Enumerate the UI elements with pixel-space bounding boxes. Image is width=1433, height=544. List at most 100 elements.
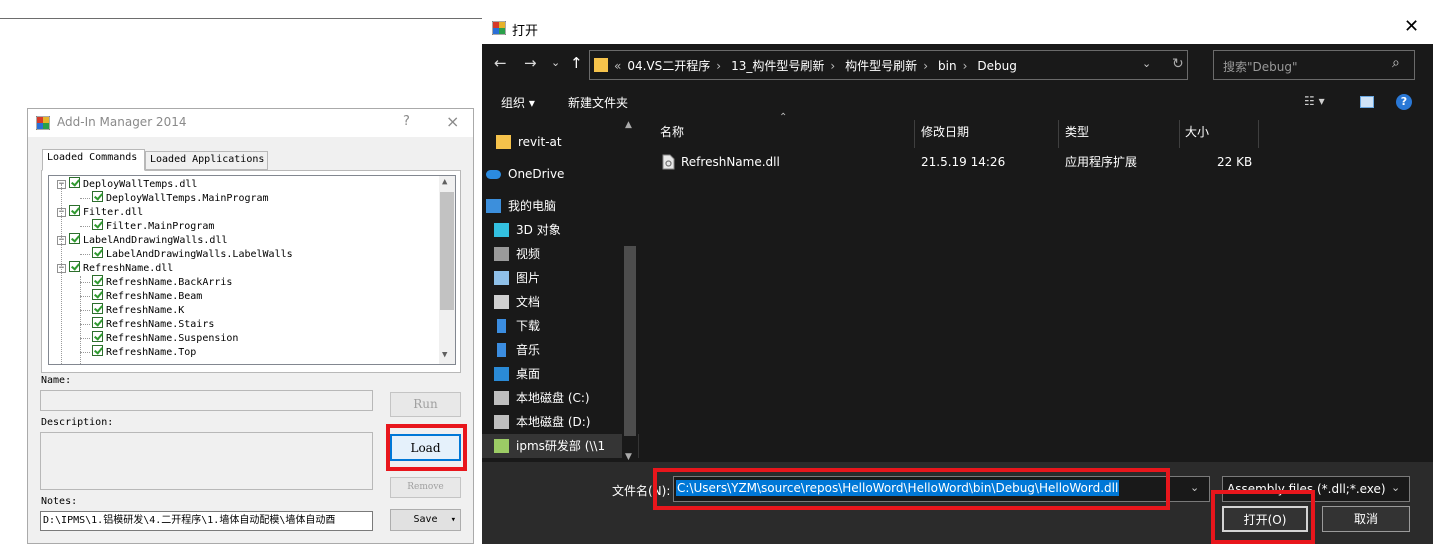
- checkbox-checked-icon[interactable]: [92, 191, 103, 202]
- scroll-down-icon[interactable]: ▼: [442, 350, 447, 360]
- view-options-icon[interactable]: ☷ ▾: [1304, 94, 1325, 108]
- help-button[interactable]: ?: [403, 114, 410, 129]
- sidebar-item[interactable]: ipms研发部 (\\1: [482, 434, 639, 458]
- chevron-right-icon[interactable]: ›: [830, 59, 835, 73]
- save-dropdown-icon[interactable]: ▾: [451, 510, 456, 530]
- tree-node-command[interactable]: RefreshName.Suspension: [92, 331, 238, 345]
- filename-input[interactable]: C:\Users\YZM\source\repos\HelloWord\Hell…: [673, 476, 1210, 502]
- tree-node-command[interactable]: LabelAndDrawingWalls.LabelWalls: [92, 247, 293, 261]
- sidebar-item[interactable]: OneDrive: [482, 162, 639, 186]
- scroll-up-icon[interactable]: ▲: [442, 177, 447, 187]
- search-box[interactable]: 搜索"Debug" ⌕: [1213, 50, 1415, 80]
- checkbox-checked-icon[interactable]: [69, 205, 80, 216]
- tree-node-command[interactable]: RefreshName.Stairs: [92, 317, 214, 331]
- filetype-dropdown-icon[interactable]: ⌄: [1391, 481, 1400, 494]
- checkbox-checked-icon[interactable]: [92, 317, 103, 328]
- column-divider[interactable]: [1258, 120, 1259, 148]
- checkbox-checked-icon[interactable]: [92, 331, 103, 342]
- sidebar-item[interactable]: 桌面: [482, 362, 639, 386]
- address-bar[interactable]: «04.VS二开程序 › 13_构件型号刷新 › 构件型号刷新 › bin › Debug ⌄ …: [589, 50, 1188, 80]
- recent-locations-icon[interactable]: ⌄: [551, 56, 560, 69]
- tree-node-command[interactable]: RefreshName.Beam: [92, 289, 202, 303]
- tab-loaded-commands[interactable]: Loaded Commands: [42, 149, 145, 171]
- cancel-button[interactable]: 取消: [1322, 506, 1410, 532]
- sidebar-item[interactable]: 我的电脑: [482, 194, 639, 218]
- column-divider[interactable]: [914, 120, 915, 148]
- command-tree[interactable]: ▲ ▼ − DeployWallTemps.dll DeployWallTemps.…: [48, 175, 456, 365]
- chevron-right-icon[interactable]: ›: [923, 59, 928, 73]
- tree-scroll-thumb[interactable]: [440, 192, 454, 310]
- new-folder-button[interactable]: 新建文件夹: [568, 94, 628, 111]
- remove-button[interactable]: Remove: [390, 477, 461, 498]
- chevron-right-icon[interactable]: ›: [716, 59, 721, 73]
- column-divider[interactable]: [1058, 120, 1059, 148]
- tree-node-assembly[interactable]: − LabelAndDrawingWalls.dll: [57, 233, 228, 247]
- nav-scroll-down-icon[interactable]: ▼: [625, 452, 632, 462]
- save-button[interactable]: Save ▾: [390, 509, 461, 531]
- description-field: [40, 432, 373, 490]
- sidebar-item[interactable]: 下载: [482, 314, 639, 338]
- tree-node-command[interactable]: RefreshName.K: [92, 303, 184, 317]
- filetype-select[interactable]: Assembly files (*.dll;*.exe) ⌄: [1222, 476, 1410, 502]
- tab-loaded-applications[interactable]: Loaded Applications: [145, 151, 268, 170]
- breadcrumb-item[interactable]: 13_构件型号刷新: [731, 59, 824, 73]
- breadcrumb[interactable]: « 04.VS二开程序 › 13_构件型号刷新 › 构件型号刷新 › bin › Debug: [614, 57, 1023, 74]
- nav-scroll-thumb[interactable]: [624, 246, 636, 436]
- column-header-size[interactable]: 大小: [1185, 119, 1209, 145]
- load-button[interactable]: Load: [390, 434, 461, 461]
- filename-dropdown-icon[interactable]: ⌄: [1190, 481, 1199, 494]
- back-arrow-icon[interactable]: ←: [494, 54, 507, 72]
- checkbox-checked-icon[interactable]: [92, 275, 103, 286]
- dialog-close-button[interactable]: ✕: [1404, 16, 1419, 37]
- tree-node-command[interactable]: Filter.MainProgram: [92, 219, 214, 233]
- sidebar-item[interactable]: 视频: [482, 242, 639, 266]
- breadcrumb-item[interactable]: Debug: [977, 59, 1016, 73]
- notes-field[interactable]: D:\IPMS\1.铝模研发\4.二开程序\1.墙体自动配模\墙体自动酉: [40, 511, 373, 531]
- sidebar-item[interactable]: 本地磁盘 (D:): [482, 410, 639, 434]
- organize-button[interactable]: 组织 ▾: [501, 94, 535, 111]
- up-arrow-icon[interactable]: ↑: [570, 54, 583, 72]
- checkbox-checked-icon[interactable]: [69, 261, 80, 272]
- tree-node-assembly[interactable]: − DeployWallTemps.dll: [57, 177, 197, 191]
- sidebar-item[interactable]: 文档: [482, 290, 639, 314]
- forward-arrow-icon[interactable]: →: [524, 54, 537, 72]
- checkbox-checked-icon[interactable]: [69, 177, 80, 188]
- column-divider[interactable]: [1179, 120, 1180, 148]
- checkbox-checked-icon[interactable]: [92, 247, 103, 258]
- sidebar-item[interactable]: 图片: [482, 266, 639, 290]
- column-header-type[interactable]: 类型: [1065, 119, 1089, 145]
- run-button[interactable]: Run: [390, 392, 461, 417]
- checkbox-checked-icon[interactable]: [92, 345, 103, 356]
- sidebar-item[interactable]: 本地磁盘 (C:): [482, 386, 639, 410]
- sidebar-item[interactable]: 音乐: [482, 338, 639, 362]
- tree-node-assembly[interactable]: − RefreshName.dll: [57, 261, 173, 275]
- breadcrumb-item[interactable]: 04.VS二开程序: [627, 59, 710, 73]
- nav-scroll-up-icon[interactable]: ▲: [625, 120, 632, 130]
- checkbox-checked-icon[interactable]: [92, 289, 103, 300]
- address-dropdown-icon[interactable]: ⌄: [1142, 57, 1151, 70]
- sidebar-item[interactable]: revit-at: [482, 130, 639, 154]
- tree-node-assembly[interactable]: − Filter.dll: [57, 205, 143, 219]
- open-button[interactable]: 打开(O): [1222, 506, 1308, 532]
- tree-node-command[interactable]: RefreshName.Top: [92, 345, 196, 359]
- breadcrumb-item[interactable]: bin: [938, 59, 957, 73]
- checkbox-checked-icon[interactable]: [92, 303, 103, 314]
- column-header-modified[interactable]: 修改日期: [921, 119, 969, 145]
- help-icon[interactable]: ?: [1396, 94, 1412, 110]
- refresh-icon[interactable]: ↻: [1172, 56, 1184, 72]
- breadcrumb-item[interactable]: 构件型号刷新: [845, 59, 917, 73]
- checkbox-checked-icon[interactable]: [69, 233, 80, 244]
- search-icon[interactable]: ⌕: [1392, 55, 1400, 71]
- tree-node-command[interactable]: RefreshName.BackArris: [92, 275, 232, 289]
- breadcrumb-overflow[interactable]: «: [614, 59, 621, 73]
- checkbox-checked-icon[interactable]: [92, 219, 103, 230]
- file-row[interactable]: RefreshName.dll 21.5.19 14:26 应用程序扩展 22 …: [652, 150, 1272, 174]
- close-button[interactable]: ×: [446, 112, 459, 131]
- sidebar-item[interactable]: 3D 对象: [482, 218, 639, 242]
- tree-node-command[interactable]: DeployWallTemps.MainProgram: [92, 191, 269, 205]
- chevron-right-icon[interactable]: ›: [963, 59, 968, 73]
- navigation-scrollbar[interactable]: ▲ ▼: [622, 120, 638, 464]
- tree-scrollbar[interactable]: ▲ ▼: [439, 176, 455, 364]
- column-header-name[interactable]: 名称: [660, 119, 684, 145]
- preview-pane-icon[interactable]: [1360, 96, 1374, 108]
